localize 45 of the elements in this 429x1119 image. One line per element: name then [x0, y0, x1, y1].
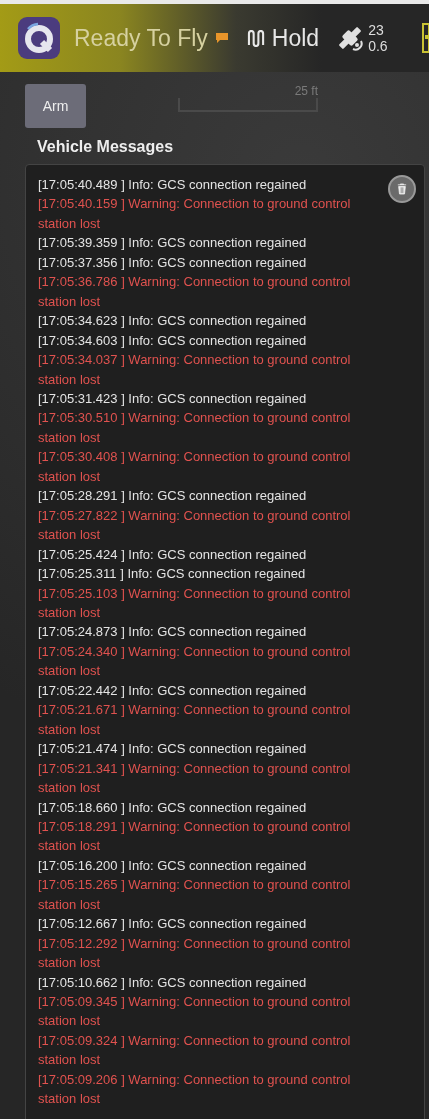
message-line: [17:05:18.291 ] Warning: Connection to ground control station lost — [38, 817, 352, 856]
arm-button[interactable]: Arm — [25, 84, 86, 128]
battery-icon[interactable] — [422, 23, 429, 53]
message-line: [17:05:16.200 ] Info: GCS connection regained — [38, 856, 308, 875]
message-line: [17:05:24.340 ] Warning: Connection to ground control station lost — [38, 642, 352, 681]
message-line: [17:05:37.356 ] Info: GCS connection regained — [38, 253, 308, 272]
map-scale-label: 25 ft — [294, 84, 318, 98]
message-line: [17:05:12.667 ] Info: GCS connection regained — [38, 915, 308, 934]
app-logo-icon[interactable] — [18, 17, 60, 59]
satellite-count: 23 — [368, 22, 385, 38]
message-line: [17:05:39.359 ] Info: GCS connection regained — [38, 234, 308, 253]
trash-icon — [397, 183, 407, 195]
flight-mode-icon[interactable] — [246, 29, 266, 47]
message-line: [17:05:30.408 ] Warning: Connection to ground control station lost — [38, 448, 352, 486]
message-line: [17:05:21.671 ] Warning: Connection to ground control station lost — [38, 701, 352, 739]
message-icon[interactable] — [214, 32, 229, 44]
message-line: [17:05:40.159 ] Warning: Connection to ground control station lost — [38, 195, 352, 233]
message-line: [17:05:28.291 ] Info: GCS connection regained — [38, 487, 308, 506]
message-line: [17:05:40.489 ] Info: GCS connection regained — [38, 176, 308, 194]
message-line: [17:05:12.292 ] Warning: Connection to ground control station lost — [38, 934, 352, 973]
vehicle-status[interactable]: Ready To Fly — [74, 24, 208, 52]
message-line: [17:05:25.424 ] Info: GCS connection regained — [38, 545, 308, 564]
message-line: [17:05:10.662 ] Info: GCS connection regained — [38, 973, 308, 992]
message-line: [17:05:31.423 ] Info: GCS connection regained — [38, 390, 308, 408]
message-line: [17:05:30.510 ] Warning: Connection to ground control station lost — [38, 409, 352, 447]
message-line: [17:05:18.660 ] Info: GCS connection regained — [38, 798, 308, 817]
message-line: [17:05:21.341 ] Warning: Connection to ground control station lost — [38, 759, 352, 798]
message-line: [17:05:09.324 ] Warning: Connection to ground control station lost — [38, 1031, 352, 1070]
message-line: [17:05:25.103 ] Warning: Connection to ground control station lost — [38, 584, 352, 622]
message-line: [17:05:24.873 ] Info: GCS connection regained — [38, 623, 308, 642]
message-line: [17:05:15.265 ] Warning: Connection to ground control station lost — [38, 876, 352, 914]
message-line: [17:05:22.442 ] Info: GCS connection regained — [38, 681, 308, 700]
message-line: [17:05:09.206 ] Warning: Connection to ground control station lost — [38, 1070, 352, 1109]
message-line: [17:05:27.822 ] Warning: Connection to ground control station lost — [38, 506, 352, 545]
message-line: [17:05:21.474 ] Info: GCS connection regained — [38, 740, 308, 759]
delete-button[interactable] — [388, 175, 416, 203]
message-line: [17:05:09.345 ] Warning: Connection to ground control station lost — [38, 993, 352, 1031]
message-line: [17:05:34.037 ] Warning: Connection to ground control station lost — [38, 351, 352, 389]
message-line: [17:05:34.603 ] Info: GCS connection regained — [38, 331, 308, 350]
panel-title: Vehicle Messages — [36, 137, 175, 157]
flight-mode[interactable]: Hold — [271, 24, 320, 52]
message-line: [17:05:34.623 ] Info: GCS connection regained — [38, 312, 308, 331]
message-line: [17:05:25.311 ] Info: GCS connection regained — [38, 565, 307, 584]
message-line: [17:05:36.786 ] Warning: Connection to ground control station lost — [38, 273, 352, 311]
hdop-value: 0.6 — [368, 38, 388, 54]
